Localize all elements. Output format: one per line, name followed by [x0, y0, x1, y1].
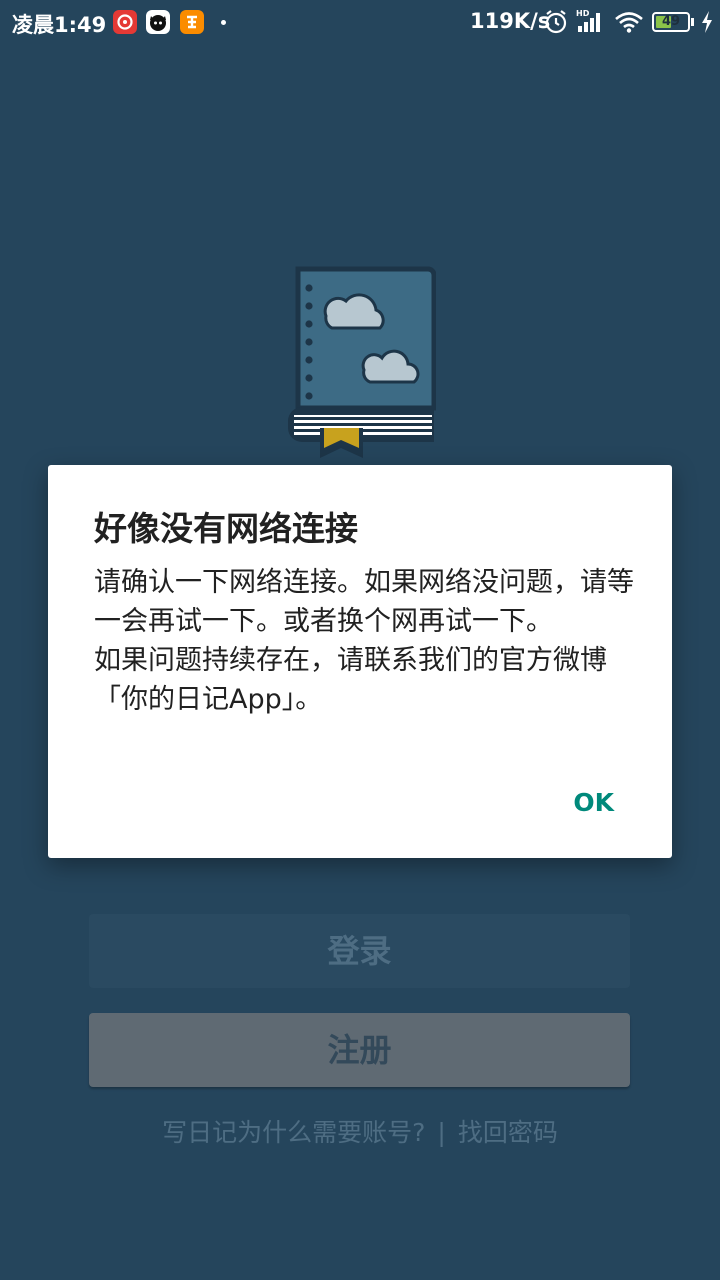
ok-button[interactable]: OK — [573, 788, 614, 817]
cat-app-icon — [146, 10, 170, 34]
status-bar: 凌晨1:49 119K/s HD 49 — [0, 0, 720, 44]
alarm-icon — [544, 9, 568, 39]
diary-logo — [286, 266, 437, 465]
battery-icon: 49 — [652, 12, 690, 32]
forgot-password-link[interactable]: 找回密码 — [458, 1113, 558, 1149]
register-button[interactable]: 注册 — [89, 1013, 630, 1087]
dialog-message-line: 如果问题持续存在，请联系我们的官方微博「你的日记App」。 — [94, 645, 607, 715]
hd-label: HD — [576, 9, 590, 18]
netease-music-icon — [113, 10, 137, 34]
notification-dot — [221, 20, 226, 25]
dialog-title: 好像没有网络连接 — [94, 509, 358, 548]
status-time: 凌晨1:49 — [12, 13, 107, 37]
login-button[interactable]: 登录 — [89, 914, 630, 988]
battery-cap — [691, 18, 694, 26]
no-network-dialog: 好像没有网络连接 请确认一下网络连接。如果网络没问题，请等一会再试一下。或者换个… — [48, 465, 672, 858]
signal-icon: HD — [574, 8, 604, 38]
network-speed: 119K/s — [470, 9, 551, 33]
why-account-link[interactable]: 写日记为什么需要账号? — [162, 1113, 425, 1149]
orange-app-icon — [180, 10, 204, 34]
footer-links: 写日记为什么需要账号? | 找回密码 — [0, 1113, 720, 1149]
battery-level: 49 — [661, 14, 681, 29]
wifi-icon — [614, 11, 644, 37]
dialog-message: 请确认一下网络连接。如果网络没问题，请等一会再试一下。或者换个网再试一下。 如果… — [94, 563, 634, 719]
dialog-message-line: 请确认一下网络连接。如果网络没问题，请等一会再试一下。或者换个网再试一下。 — [94, 567, 634, 637]
charging-icon — [700, 11, 714, 37]
link-separator: | — [437, 1118, 446, 1147]
